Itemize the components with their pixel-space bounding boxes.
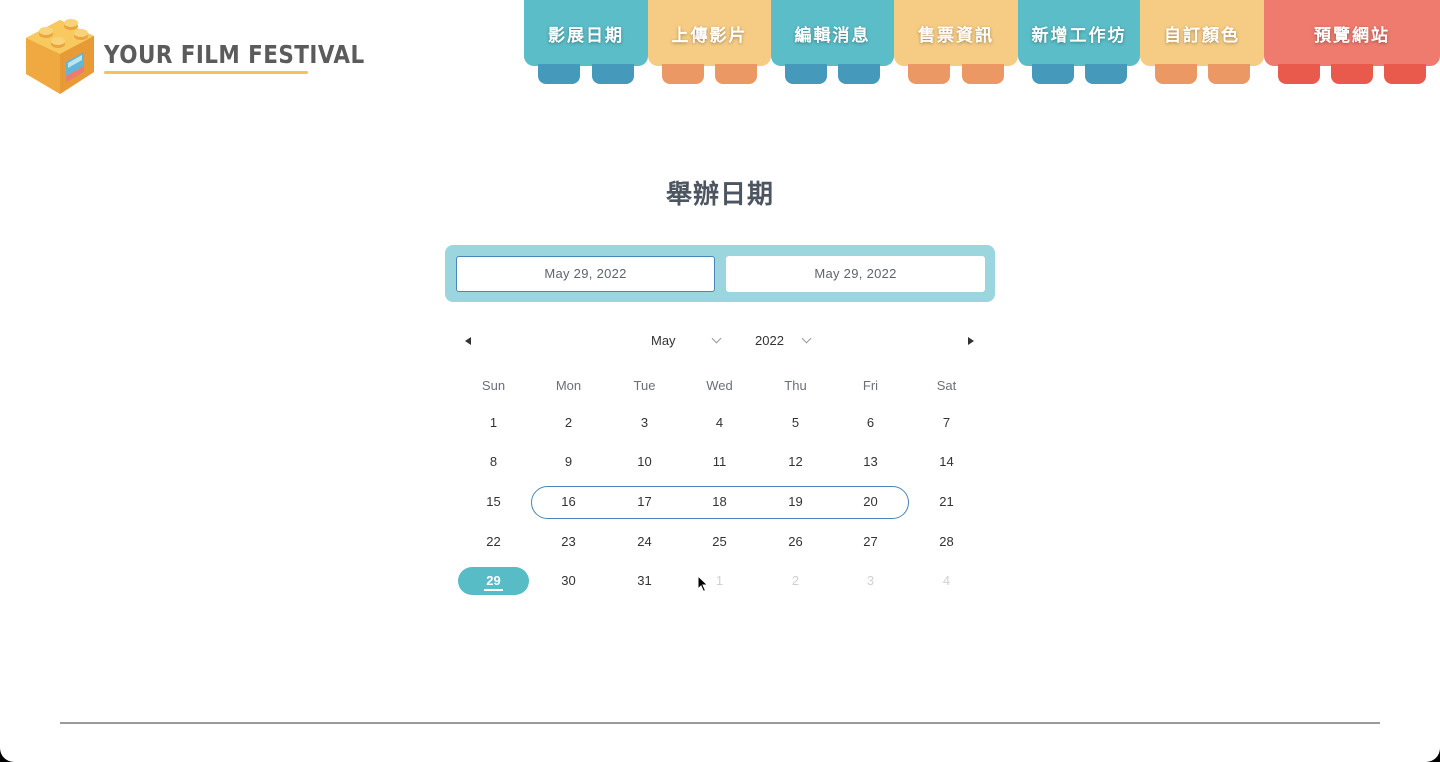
calendar-day[interactable]: 3 (607, 404, 682, 442)
nav-item-add-workshop[interactable]: 新增工作坊 (1018, 0, 1140, 86)
calendar-day[interactable]: 18 (682, 483, 757, 521)
month-select-value: May (651, 333, 676, 348)
nav-item-edit-news[interactable]: 編輯消息 (771, 0, 894, 86)
calendar-day-outside-month[interactable]: 1 (682, 562, 757, 600)
month-select[interactable]: May (651, 330, 726, 352)
footer-divider (60, 722, 1380, 724)
calendar-day[interactable]: 8 (456, 443, 531, 481)
calendar-day[interactable]: 13 (833, 443, 908, 481)
weekday-label: Fri (862, 378, 879, 393)
lego-stud (1085, 64, 1127, 84)
calendar-day-outside-month[interactable]: 3 (833, 562, 908, 600)
end-date-input[interactable]: May 29, 2022 (726, 256, 985, 292)
chevron-down-icon (801, 333, 812, 344)
lego-stud (662, 64, 704, 84)
calendar-day[interactable]: 28 (909, 523, 984, 561)
lego-stud (1155, 64, 1197, 84)
calendar-day[interactable]: 26 (758, 523, 833, 561)
nav-item-festival-dates[interactable]: 影展日期 (524, 0, 648, 86)
logo-underline (104, 71, 308, 74)
calendar-day[interactable]: 7 (909, 404, 984, 442)
calendar-day[interactable]: 4 (682, 404, 757, 442)
calendar-day[interactable]: 14 (909, 443, 984, 481)
calendar-day[interactable]: 12 (758, 443, 833, 481)
calendar-day[interactable]: 23 (531, 523, 606, 561)
nav-item-preview-site[interactable]: 預覽網站 (1264, 0, 1440, 86)
calendar-day[interactable]: 22 (456, 523, 531, 561)
nav-tab: 上傳影片 (648, 0, 771, 66)
nav-item-upload-films[interactable]: 上傳影片 (648, 0, 771, 86)
weekday-label: Mon (555, 378, 582, 393)
lego-stud (715, 64, 757, 84)
nav-tab: 影展日期 (524, 0, 648, 66)
lego-stud (1208, 64, 1250, 84)
calendar-day[interactable]: 6 (833, 404, 908, 442)
lego-block-icon (26, 19, 94, 94)
calendar-day[interactable]: 25 (682, 523, 757, 561)
chevron-down-icon (711, 333, 722, 344)
start-date-input[interactable]: May 29, 2022 (456, 256, 715, 292)
weekday-label: Sun (481, 378, 506, 393)
calendar-day[interactable]: 27 (833, 523, 908, 561)
nav-tab: 售票資訊 (894, 0, 1018, 66)
year-select[interactable]: 2022 (755, 330, 815, 352)
nav-tab: 預覽網站 (1264, 0, 1440, 66)
weekday-label: Sat (936, 378, 957, 393)
calendar-day[interactable]: 21 (909, 483, 984, 521)
calendar-day-selected[interactable]: 29 (456, 562, 531, 600)
nav-tab: 自訂顏色 (1140, 0, 1264, 66)
nav-item-custom-colors[interactable]: 自訂顏色 (1140, 0, 1264, 86)
lego-stud (1331, 64, 1373, 84)
calendar-day[interactable]: 30 (531, 562, 606, 600)
calendar-day[interactable]: 24 (607, 523, 682, 561)
weekday-label: Thu (784, 378, 807, 393)
calendar-day[interactable]: 11 (682, 443, 757, 481)
calendar-day[interactable]: 9 (531, 443, 606, 481)
calendar-day[interactable]: 15 (456, 483, 531, 521)
prev-month-button[interactable] (462, 334, 476, 348)
page-title: 舉辦日期 (665, 179, 774, 209)
year-select-value: 2022 (755, 333, 784, 348)
calendar-day[interactable]: 5 (758, 404, 833, 442)
lego-stud (962, 64, 1004, 84)
calendar-day[interactable]: 31 (607, 562, 682, 600)
next-month-button[interactable] (965, 334, 979, 348)
main-nav: 影展日期 上傳影片 編輯消息 售票資訊 新增工作坊 自訂顏色 預覽網站 (524, 0, 1440, 86)
lego-stud (592, 64, 634, 84)
lego-stud (785, 64, 827, 84)
nav-item-ticket-info[interactable]: 售票資訊 (894, 0, 1018, 86)
page: YOUR FILM FESTIVAL 影展日期 上傳影片 編輯消息 售票資訊 新… (0, 0, 1440, 762)
calendar-day[interactable]: 2 (531, 404, 606, 442)
date-range-picker: May 29, 2022 May 29, 2022 (445, 245, 995, 302)
caret-left-icon (465, 337, 471, 345)
weekday-header: Sun Mon Tue Wed Thu Fri Sat (456, 378, 984, 394)
calendar-day[interactable]: 17 (607, 483, 682, 521)
calendar-day-outside-month[interactable]: 2 (758, 562, 833, 600)
lego-stud (838, 64, 880, 84)
weekday-label: Tue (633, 378, 656, 393)
weekday-label: Wed (706, 378, 733, 393)
lego-stud (1032, 64, 1074, 84)
calendar-day[interactable]: 19 (758, 483, 833, 521)
lego-stud (1384, 64, 1426, 84)
caret-right-icon (968, 337, 974, 345)
nav-tab: 新增工作坊 (1018, 0, 1140, 66)
lego-stud (908, 64, 950, 84)
calendar-day[interactable]: 16 (531, 483, 606, 521)
calendar-day[interactable]: 1 (456, 404, 531, 442)
calendar-day-outside-month[interactable]: 4 (909, 562, 984, 600)
nav-tab: 編輯消息 (771, 0, 894, 66)
logo-text: YOUR FILM FESTIVAL (104, 40, 365, 69)
site-logo[interactable]: YOUR FILM FESTIVAL (24, 14, 364, 100)
calendar-day[interactable]: 10 (607, 443, 682, 481)
lego-stud (538, 64, 580, 84)
mouse-pointer-icon (697, 575, 709, 593)
lego-stud (1278, 64, 1320, 84)
calendar-day[interactable]: 20 (833, 483, 908, 521)
